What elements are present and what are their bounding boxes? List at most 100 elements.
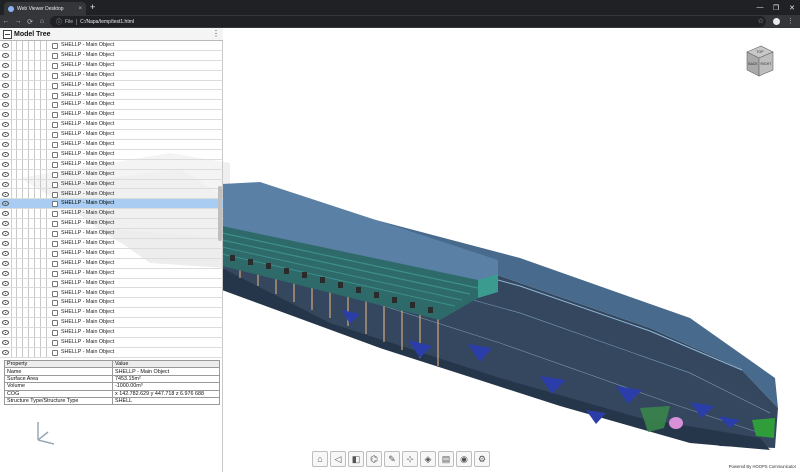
markup-button[interactable]: ✎ bbox=[384, 451, 400, 467]
visibility-eye-icon[interactable] bbox=[2, 340, 9, 345]
visibility-eye-icon[interactable] bbox=[2, 290, 9, 296]
tree-node-row[interactable]: SHELLP - Main Object bbox=[0, 100, 223, 111]
tree-scrollbar[interactable] bbox=[218, 186, 222, 241]
tree-node-row[interactable]: SHELLP - Main Object bbox=[0, 289, 223, 299]
visibility-eye-icon[interactable] bbox=[2, 112, 9, 118]
tree-node-row[interactable]: SHELLP - Main Object bbox=[0, 318, 223, 329]
browser-menu-icon[interactable]: ⋮ bbox=[787, 17, 794, 25]
tree-node-row[interactable]: SHELLP - Main Object bbox=[0, 308, 223, 319]
tree-node-row[interactable]: SHELLP - Main Object bbox=[0, 239, 223, 249]
camera-view-button[interactable]: ◁ bbox=[330, 451, 346, 467]
tree-node-row[interactable]: SHELLP - Main Object bbox=[0, 150, 223, 160]
home-button[interactable]: ⌂ bbox=[312, 451, 328, 467]
visibility-eye-icon[interactable] bbox=[2, 250, 9, 256]
tree-node-row[interactable]: SHELLP - Main Object bbox=[0, 91, 223, 101]
browser-tab[interactable]: Web Viewer Desktop × bbox=[4, 2, 86, 15]
tree-node-row[interactable]: SHELLP - Main Object bbox=[0, 190, 223, 200]
info-icon[interactable]: ⓘ bbox=[56, 17, 62, 26]
visibility-eye-icon[interactable] bbox=[2, 310, 9, 316]
maximize-button[interactable]: ❐ bbox=[768, 0, 784, 15]
home-nav-button[interactable]: ⌂ bbox=[36, 15, 48, 28]
visibility-eye-icon[interactable] bbox=[2, 221, 9, 227]
visibility-eye-icon[interactable] bbox=[2, 161, 9, 167]
visibility-eye-icon[interactable] bbox=[2, 349, 9, 355]
url-field[interactable]: ⓘ File C:/Napa/temp/test1.html bbox=[50, 16, 766, 27]
tab-close-icon[interactable]: × bbox=[78, 6, 82, 12]
visibility-eye-icon[interactable] bbox=[2, 270, 9, 276]
visibility-eye-icon[interactable] bbox=[2, 142, 9, 147]
tree-node-row[interactable]: SHELLP - Main Object bbox=[0, 219, 223, 230]
forward-button[interactable]: → bbox=[12, 15, 24, 28]
visibility-eye-icon[interactable] bbox=[2, 181, 9, 187]
minimize-button[interactable]: — bbox=[752, 0, 768, 15]
property-value: SHELLP - Main Object bbox=[112, 367, 220, 376]
tree-node-row[interactable]: SHELLP - Main Object bbox=[0, 120, 223, 131]
cutting-plane-icon: ◈ bbox=[424, 453, 432, 464]
tree-node-row[interactable]: SHELLP - Main Object bbox=[0, 140, 223, 150]
visibility-eye-icon[interactable] bbox=[2, 52, 9, 58]
close-window-button[interactable]: ✕ bbox=[784, 0, 800, 15]
visibility-eye-icon[interactable] bbox=[2, 132, 9, 138]
tree-node-row[interactable]: SHELLP - Main Object bbox=[0, 338, 223, 348]
visibility-eye-icon[interactable] bbox=[2, 300, 9, 306]
tree-node-row[interactable]: SHELLP - Main Object bbox=[0, 199, 223, 210]
settings-button[interactable]: ⚙ bbox=[474, 451, 490, 467]
tree-node-row[interactable]: SHELLP - Main Object bbox=[0, 298, 223, 309]
tree-node-row[interactable]: SHELLP - Main Object bbox=[0, 51, 223, 61]
visibility-eye-icon[interactable] bbox=[2, 260, 9, 266]
visibility-eye-icon[interactable] bbox=[2, 191, 9, 197]
draw-mode-button[interactable]: ◧ bbox=[348, 451, 364, 467]
cutting-plane-button[interactable]: ◈ bbox=[420, 451, 436, 467]
visibility-eye-icon[interactable] bbox=[2, 241, 9, 246]
visibility-eye-icon[interactable] bbox=[2, 43, 9, 48]
visibility-eye-icon[interactable] bbox=[2, 82, 9, 88]
model-browser-button[interactable]: ▤ bbox=[438, 451, 454, 467]
tree-node-row[interactable]: SHELLP - Main Object bbox=[0, 170, 223, 180]
profile-avatar[interactable] bbox=[773, 18, 780, 25]
tree-node-row[interactable]: SHELLP - Main Object bbox=[0, 229, 223, 239]
model-tree-list: SHELLP - Main Object SHELLP - Main Object… bbox=[0, 41, 223, 358]
visibility-eye-icon[interactable] bbox=[2, 211, 9, 217]
visibility-eye-icon[interactable] bbox=[2, 201, 9, 207]
tree-node-row[interactable]: SHELLP - Main Object bbox=[0, 81, 223, 91]
visibility-eye-icon[interactable] bbox=[2, 92, 9, 98]
tree-node-row[interactable]: SHELLP - Main Object bbox=[0, 160, 223, 170]
model-tree-menu-icon[interactable]: ⋮ bbox=[212, 29, 220, 38]
visibility-eye-icon[interactable] bbox=[2, 171, 9, 177]
tree-node-row[interactable]: SHELLP - Main Object bbox=[0, 61, 223, 71]
visibility-eye-icon[interactable] bbox=[2, 122, 9, 128]
reload-button[interactable]: ⟳ bbox=[24, 15, 36, 28]
explode-button[interactable]: ⌬ bbox=[366, 451, 382, 467]
back-button[interactable]: ← bbox=[0, 15, 12, 28]
visibility-eye-icon[interactable] bbox=[2, 62, 9, 68]
tree-node-row[interactable]: SHELLP - Main Object bbox=[0, 71, 223, 81]
bookmark-star-icon[interactable]: ☆ bbox=[758, 17, 764, 25]
tree-node-row[interactable]: SHELLP - Main Object bbox=[0, 130, 223, 140]
new-tab-button[interactable]: + bbox=[90, 3, 95, 12]
tree-node-label: SHELLP - Main Object bbox=[61, 230, 115, 237]
visibility-eye-icon[interactable] bbox=[2, 280, 9, 286]
tree-node-row[interactable]: SHELLP - Main Object bbox=[0, 41, 223, 51]
tree-node-row[interactable]: SHELLP - Main Object bbox=[0, 249, 223, 259]
visibility-eye-icon[interactable] bbox=[2, 330, 9, 336]
tree-node-row[interactable]: SHELLP - Main Object bbox=[0, 259, 223, 269]
snapshot-button[interactable]: ◉ bbox=[456, 451, 472, 467]
tree-node-row[interactable]: SHELLP - Main Object bbox=[0, 110, 223, 121]
visibility-eye-icon[interactable] bbox=[2, 72, 9, 78]
viewer-canvas[interactable]: Model Tree ⋮ SHELLP - Main Object SHELLP … bbox=[0, 28, 800, 472]
visibility-eye-icon[interactable] bbox=[2, 320, 9, 326]
tree-node-row[interactable]: SHELLP - Main Object bbox=[0, 209, 223, 220]
visibility-eye-icon[interactable] bbox=[2, 231, 9, 237]
visibility-eye-icon[interactable] bbox=[2, 102, 9, 108]
visibility-eye-icon[interactable] bbox=[2, 151, 9, 157]
tree-node-row[interactable]: SHELLP - Main Object bbox=[0, 328, 223, 338]
navcube-back-label: BACK bbox=[748, 62, 758, 66]
tree-node-row[interactable]: SHELLP - Main Object bbox=[0, 269, 223, 279]
tree-node-row[interactable]: SHELLP - Main Object bbox=[0, 180, 223, 190]
table-row: Surface Area 7453.15m² bbox=[4, 374, 220, 384]
model-tree-icon[interactable] bbox=[3, 29, 12, 39]
tree-node-row[interactable]: SHELLP - Main Object bbox=[0, 348, 223, 358]
tree-node-row[interactable]: SHELLP - Main Object bbox=[0, 279, 223, 289]
measure-button[interactable]: ⊹ bbox=[402, 451, 418, 467]
navigation-cube[interactable]: TOP BACK RIGHT bbox=[745, 44, 775, 78]
